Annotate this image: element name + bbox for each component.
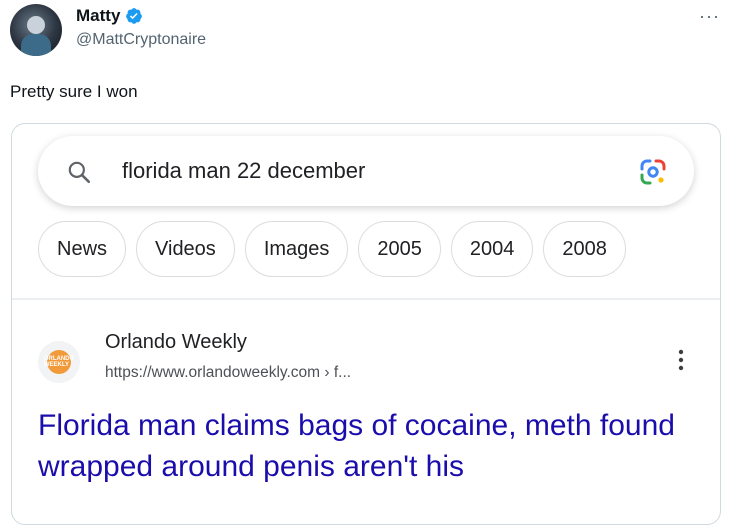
tweet-avatar[interactable] bbox=[10, 4, 62, 56]
chip-videos[interactable]: Videos bbox=[136, 221, 235, 277]
result-menu-icon[interactable] bbox=[678, 348, 684, 372]
chip-news[interactable]: News bbox=[38, 221, 127, 277]
more-options-icon[interactable]: ··· bbox=[699, 6, 720, 27]
filter-chips: News Videos Images 2005 2004 2008 bbox=[38, 221, 626, 277]
site-favicon[interactable]: ORLANDO WEEKLY bbox=[38, 341, 80, 383]
chip-2004[interactable]: 2004 bbox=[450, 221, 534, 277]
chip-2005[interactable]: 2005 bbox=[358, 221, 441, 277]
tweet-text: Pretty sure I won bbox=[10, 82, 138, 101]
chip-images[interactable]: Images bbox=[244, 221, 349, 277]
attached-screenshot[interactable]: florida man 22 december News Videos Imag… bbox=[11, 123, 721, 525]
divider bbox=[12, 298, 720, 300]
author-name[interactable]: Matty bbox=[76, 6, 120, 26]
result-title-link[interactable]: Florida man claims bags of cocaine, meth… bbox=[38, 405, 698, 487]
avatar-body bbox=[21, 34, 51, 56]
verified-badge-icon bbox=[126, 8, 143, 24]
search-bar[interactable]: florida man 22 december bbox=[38, 136, 694, 206]
result-url[interactable]: https://www.orlandoweekly.com › f... bbox=[105, 364, 351, 382]
search-query[interactable]: florida man 22 december bbox=[122, 158, 365, 184]
author-handle[interactable]: @MattCryptonaire bbox=[76, 31, 206, 49]
chip-2008[interactable]: 2008 bbox=[543, 221, 626, 277]
tweet-header: Matty bbox=[76, 6, 143, 26]
result-site-name[interactable]: Orlando Weekly bbox=[105, 331, 247, 354]
google-lens-icon[interactable] bbox=[638, 157, 668, 187]
search-icon bbox=[68, 161, 91, 184]
avatar-face bbox=[27, 16, 45, 34]
orlando-weekly-logo-icon: ORLANDO WEEKLY bbox=[44, 350, 74, 374]
